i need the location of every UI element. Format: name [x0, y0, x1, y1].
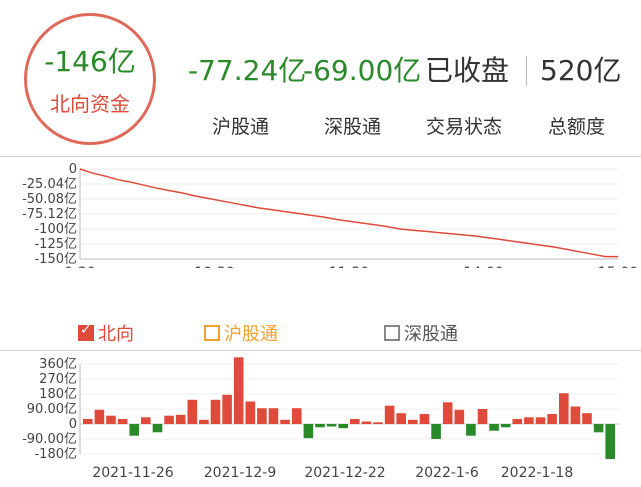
bar — [315, 424, 325, 428]
status-label: 交易状态 — [426, 116, 503, 138]
x-tick-label: 2021-11-26 — [92, 465, 173, 481]
y-tick-label: -50.08亿 — [22, 192, 77, 207]
bar — [268, 408, 279, 424]
divider — [0, 156, 641, 157]
bar — [559, 393, 569, 424]
bar — [199, 419, 209, 424]
bar — [570, 406, 581, 424]
x-tick-label: 11:30 — [329, 265, 369, 268]
legend-north-label: 北向 — [98, 324, 134, 345]
y-tick-label: -100亿 — [34, 222, 77, 237]
bar — [222, 394, 232, 424]
y-tick-label: 360亿 — [39, 357, 77, 372]
legend-shen-label: 深股通 — [404, 324, 458, 345]
bar — [384, 405, 395, 424]
bar — [210, 399, 221, 424]
bar — [442, 402, 453, 424]
quota-value: 520亿 — [540, 54, 622, 87]
bar — [512, 419, 523, 424]
bar — [373, 422, 383, 424]
bar — [257, 408, 267, 424]
bar — [303, 424, 314, 439]
bar — [524, 417, 534, 424]
intraday-line-chart: 0-25.04亿-50.08亿-75.12亿-100亿-125亿-150亿9:3… — [22, 162, 638, 268]
y-tick-label: 270亿 — [39, 372, 77, 387]
legend-hu-label: 沪股通 — [224, 324, 278, 345]
y-tick-label: -125亿 — [34, 237, 77, 252]
bar — [94, 409, 105, 424]
divider — [0, 350, 641, 351]
x-tick-label: 9:30 — [64, 265, 95, 268]
bar — [466, 424, 476, 436]
quota-label: 总额度 — [548, 116, 606, 138]
bar — [408, 419, 418, 424]
x-tick-label: 10:30 — [194, 265, 234, 268]
bar — [605, 424, 615, 459]
bar — [106, 415, 116, 424]
bar — [175, 414, 186, 424]
bar — [477, 409, 488, 424]
x-tick-label: 14:00 — [463, 265, 503, 268]
bar — [292, 408, 302, 424]
y-tick-label: -75.12亿 — [22, 207, 77, 222]
bar — [141, 417, 151, 424]
y-tick-label: 180亿 — [39, 387, 77, 402]
x-tick-label: 2022-1-6 — [415, 465, 479, 481]
bar — [582, 413, 592, 424]
bar — [187, 399, 198, 424]
x-tick-label: 2021-12-22 — [304, 465, 385, 481]
bar — [350, 419, 360, 424]
checkbox-unchecked-icon — [384, 325, 400, 341]
y-tick-label: 0 — [69, 417, 77, 432]
y-tick-label: -90.00亿 — [22, 432, 77, 447]
hu-label: 沪股通 — [212, 116, 270, 138]
north-total-label: 北向资金 — [50, 92, 130, 116]
x-tick-label: 15:00 — [598, 265, 638, 268]
north-total-circle: -146亿 北向资金 — [24, 13, 156, 145]
bar — [326, 424, 337, 427]
bar — [396, 413, 406, 424]
bar — [593, 424, 604, 433]
bar — [129, 424, 139, 436]
bar — [233, 357, 244, 424]
north-flow-line — [79, 168, 618, 258]
x-tick-label: 2022-1-18 — [501, 465, 573, 481]
north-total-value: -146亿 — [44, 45, 136, 78]
bar — [489, 424, 499, 431]
y-tick-label: 0 — [69, 162, 77, 177]
legend-north[interactable]: 北向 — [78, 320, 134, 346]
hu-value: -77.24亿 — [188, 54, 307, 87]
bar — [535, 417, 546, 424]
y-tick-label: -180亿 — [34, 447, 77, 462]
legend-hu[interactable]: 沪股通 — [204, 320, 278, 346]
checkbox-unchecked-icon — [204, 325, 220, 341]
bar — [152, 424, 163, 433]
bar — [280, 419, 290, 424]
shen-label: 深股通 — [324, 116, 382, 138]
bar — [431, 424, 441, 439]
bar — [164, 415, 174, 424]
bar — [454, 409, 465, 424]
bar — [361, 421, 372, 424]
bar — [338, 424, 348, 429]
x-tick-label: 2021-12-9 — [204, 465, 276, 481]
bar — [83, 419, 93, 424]
bar — [547, 414, 557, 424]
summary-panel: -146亿 北向资金 -77.24亿 -69.00亿 已收盘 520亿 沪股通 … — [0, 0, 641, 156]
status-value: 已收盘 — [425, 54, 510, 87]
shen-value: -69.00亿 — [303, 54, 422, 87]
legend-shen[interactable]: 深股通 — [384, 320, 458, 346]
y-tick-label: -25.04亿 — [22, 177, 77, 192]
bar — [419, 414, 430, 424]
bar — [245, 401, 256, 424]
bar — [117, 419, 128, 424]
checkbox-checked-icon — [78, 322, 94, 341]
separator — [526, 56, 527, 86]
daily-bar-chart: 360亿270亿180亿90.00亿0-90.00亿-180亿 2021-11-2… — [22, 357, 620, 481]
bar — [500, 424, 511, 428]
y-tick-label: 90.00亿 — [27, 402, 77, 417]
